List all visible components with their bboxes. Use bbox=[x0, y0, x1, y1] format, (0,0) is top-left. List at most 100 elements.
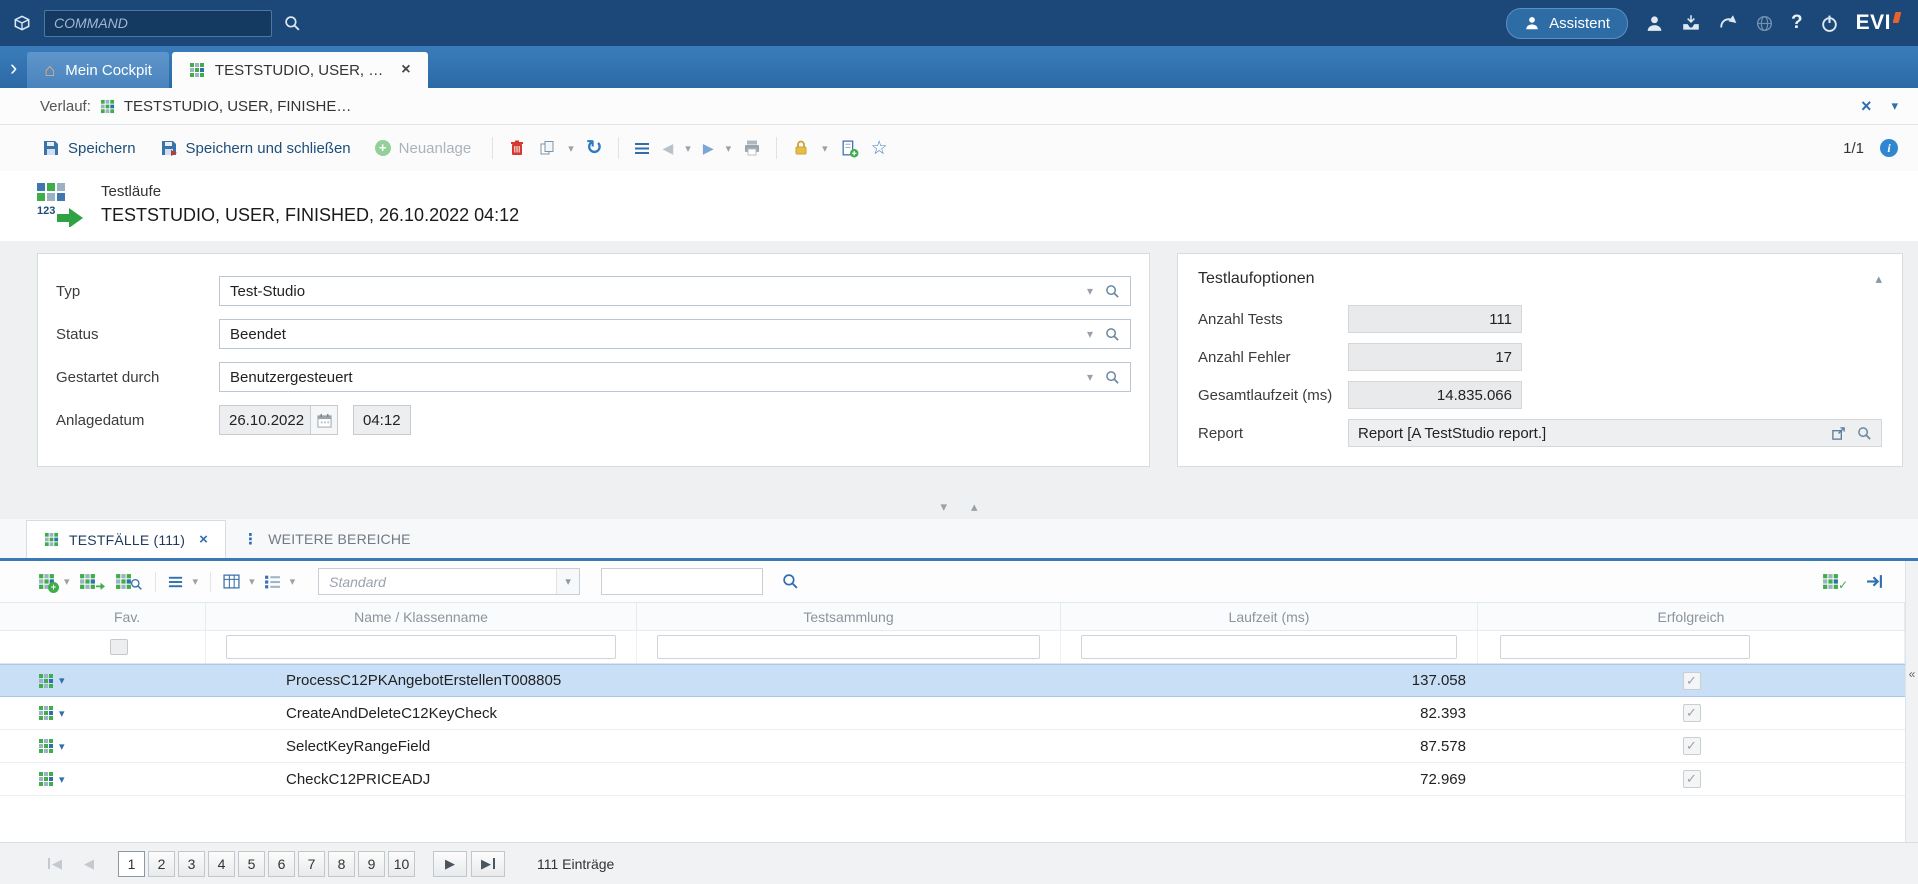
page-button[interactable]: 3 bbox=[178, 851, 205, 877]
previous-dropdown-icon[interactable]: ▾ bbox=[685, 142, 691, 155]
table-view-icon[interactable] bbox=[223, 573, 240, 590]
table-row[interactable]: ▾ CheckC12PRICEADJ 72.969 ✓ bbox=[0, 763, 1905, 796]
erfolgreich-filter-input[interactable] bbox=[1500, 635, 1750, 659]
column-header-erfolgreich[interactable]: Erfolgreich bbox=[1478, 603, 1905, 630]
lookup-icon[interactable] bbox=[1857, 426, 1872, 441]
tab-mein-cockpit[interactable]: ⌂ Mein Cockpit bbox=[27, 52, 169, 88]
print-icon[interactable] bbox=[743, 139, 761, 157]
status-combobox[interactable]: Beendet ▾ bbox=[219, 319, 1131, 349]
globe-icon[interactable] bbox=[1755, 14, 1774, 33]
command-search-icon[interactable] bbox=[284, 15, 301, 32]
app-cube-icon[interactable] bbox=[12, 13, 32, 33]
lookup-icon[interactable] bbox=[1105, 327, 1120, 342]
redo-icon[interactable] bbox=[1718, 13, 1738, 33]
created-date-field[interactable]: 26.10.2022 bbox=[219, 405, 311, 435]
chevron-down-icon[interactable]: ▾ bbox=[1087, 327, 1093, 341]
open-report-icon[interactable] bbox=[1831, 426, 1846, 441]
row-expander-icon[interactable]: ▾ bbox=[59, 740, 65, 753]
grid-search-input[interactable] bbox=[601, 568, 763, 595]
close-form-icon[interactable]: × bbox=[1861, 96, 1872, 117]
tab-close-icon[interactable]: × bbox=[199, 531, 208, 548]
new-record-button[interactable]: + Neuanlage bbox=[369, 136, 478, 161]
success-checkbox[interactable]: ✓ bbox=[1683, 672, 1701, 690]
tab-teststudio[interactable]: TESTSTUDIO, USER, … × bbox=[172, 52, 428, 88]
inbox-icon[interactable] bbox=[1681, 13, 1701, 33]
chevron-down-icon[interactable]: ▾ bbox=[1087, 284, 1093, 298]
list-view-icon[interactable] bbox=[264, 573, 281, 590]
save-and-close-button[interactable]: Speichern und schließen bbox=[154, 135, 357, 161]
expand-panel-icon[interactable]: « bbox=[1906, 667, 1918, 681]
add-row-icon[interactable]: + bbox=[38, 573, 55, 590]
page-button[interactable]: 6 bbox=[268, 851, 295, 877]
page-button[interactable]: 2 bbox=[148, 851, 175, 877]
row-expander-icon[interactable]: ▾ bbox=[59, 773, 65, 786]
tab-weitere-bereiche[interactable]: ⋮ WEITERE BEREICHE bbox=[226, 520, 428, 558]
history-dropdown-icon[interactable]: ▾ bbox=[1891, 98, 1898, 114]
sidebar-expander-chevron-icon[interactable]: › bbox=[10, 57, 17, 79]
panel-collapse-icon[interactable]: ▴ bbox=[1875, 271, 1882, 287]
typ-combobox[interactable]: Test-Studio ▾ bbox=[219, 276, 1131, 306]
splitter-collapse-up-icon[interactable]: ▴ bbox=[971, 499, 978, 515]
power-icon[interactable] bbox=[1820, 14, 1839, 33]
transfer-rows-icon[interactable] bbox=[79, 573, 106, 591]
lock-dropdown-icon[interactable]: ▾ bbox=[822, 142, 828, 155]
page-button[interactable]: 5 bbox=[238, 851, 265, 877]
menu-icon[interactable] bbox=[634, 140, 651, 157]
next-page-button[interactable]: ▶ bbox=[433, 851, 467, 877]
next-dropdown-icon[interactable]: ▾ bbox=[726, 142, 732, 155]
name-filter-input[interactable] bbox=[226, 635, 616, 659]
success-checkbox[interactable]: ✓ bbox=[1683, 737, 1701, 755]
grid-search-icon[interactable] bbox=[782, 573, 799, 590]
favorite-star-icon[interactable]: ☆ bbox=[871, 139, 888, 158]
save-button[interactable]: Speichern bbox=[36, 135, 142, 161]
row-expander-icon[interactable]: ▾ bbox=[59, 674, 65, 687]
row-expander-icon[interactable]: ▾ bbox=[59, 707, 65, 720]
tab-close-icon[interactable]: × bbox=[401, 61, 410, 79]
table-view-dropdown-icon[interactable]: ▾ bbox=[249, 575, 255, 588]
copy-record-icon[interactable] bbox=[538, 139, 556, 157]
column-header-testsammlung[interactable]: Testsammlung bbox=[637, 603, 1061, 630]
success-checkbox[interactable]: ✓ bbox=[1683, 704, 1701, 722]
breadcrumb[interactable]: TESTSTUDIO, USER, FINISHE… bbox=[124, 98, 352, 115]
table-row[interactable]: ▾ ProcessC12PKAngebotErstellenT008805 13… bbox=[0, 664, 1905, 697]
right-panel-splitter[interactable]: « bbox=[1905, 561, 1918, 842]
calendar-picker-button[interactable] bbox=[311, 405, 338, 435]
refresh-icon[interactable]: ↻ bbox=[586, 138, 603, 158]
info-icon[interactable]: i bbox=[1880, 139, 1898, 157]
lookup-icon[interactable] bbox=[1105, 370, 1120, 385]
list-view-dropdown-icon[interactable]: ▾ bbox=[290, 575, 296, 588]
view-select-chevron-icon[interactable]: ▾ bbox=[556, 569, 579, 594]
grid-menu-dropdown-icon[interactable]: ▾ bbox=[193, 575, 199, 588]
add-row-dropdown-icon[interactable]: ▾ bbox=[64, 575, 70, 588]
started-by-combobox[interactable]: Benutzergesteuert ▾ bbox=[219, 362, 1131, 392]
command-input[interactable] bbox=[44, 10, 272, 37]
copy-dropdown-icon[interactable]: ▾ bbox=[568, 142, 574, 155]
splitter-collapse-down-icon[interactable]: ▾ bbox=[940, 499, 947, 515]
column-header-fav[interactable]: Fav. bbox=[86, 603, 206, 630]
lookup-icon[interactable] bbox=[1105, 284, 1120, 299]
created-time-field[interactable]: 04:12 bbox=[353, 405, 411, 435]
first-page-button[interactable]: ◀ bbox=[40, 851, 70, 877]
table-row[interactable]: ▾ CreateAndDeleteC12KeyCheck 82.393 ✓ bbox=[0, 697, 1905, 730]
page-button[interactable]: 8 bbox=[328, 851, 355, 877]
success-checkbox[interactable]: ✓ bbox=[1683, 770, 1701, 788]
chevron-down-icon[interactable]: ▾ bbox=[1087, 370, 1093, 384]
page-button[interactable]: 1 bbox=[118, 851, 145, 877]
search-in-grid-icon[interactable] bbox=[115, 572, 143, 591]
grid-menu-icon[interactable] bbox=[168, 574, 184, 590]
fav-filter-checkbox[interactable] bbox=[110, 639, 128, 655]
view-select[interactable]: Standard ▾ bbox=[318, 568, 580, 595]
help-icon[interactable]: ? bbox=[1791, 12, 1803, 34]
user-icon[interactable] bbox=[1645, 14, 1664, 33]
column-header-laufzeit[interactable]: Laufzeit (ms) bbox=[1061, 603, 1478, 630]
testsammlung-filter-input[interactable] bbox=[657, 635, 1040, 659]
previous-page-button[interactable]: ◀ bbox=[74, 851, 104, 877]
laufzeit-filter-input[interactable] bbox=[1081, 635, 1457, 659]
page-button[interactable]: 7 bbox=[298, 851, 325, 877]
next-record-icon[interactable]: ▶ bbox=[703, 140, 714, 157]
report-link-field[interactable]: Report [A TestStudio report.] bbox=[1348, 419, 1882, 447]
table-row[interactable]: ▾ SelectKeyRangeField 87.578 ✓ bbox=[0, 730, 1905, 763]
delete-icon[interactable] bbox=[508, 139, 526, 157]
add-favorite-icon[interactable] bbox=[840, 139, 859, 158]
last-page-button[interactable]: ▶ bbox=[471, 851, 505, 877]
